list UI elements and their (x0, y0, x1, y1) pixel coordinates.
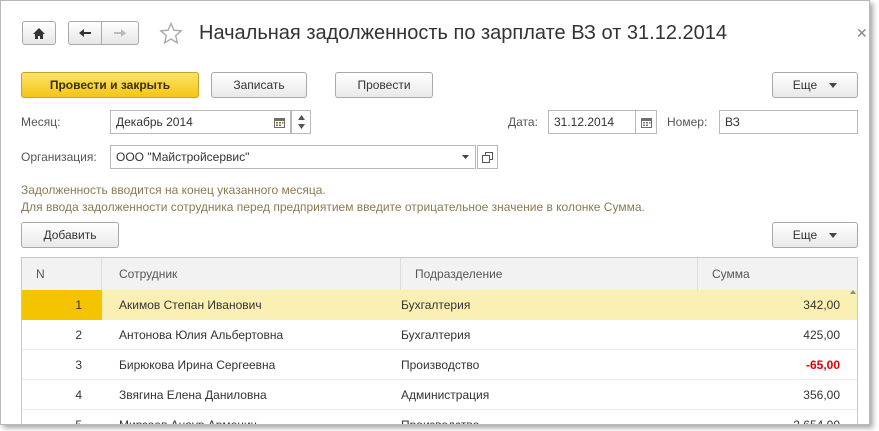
chevron-down-icon (829, 232, 838, 238)
organization-dropdown-button[interactable] (454, 145, 476, 169)
cell-employee: Акимов Степан Иванович (119, 298, 262, 312)
add-row-button[interactable]: Добавить (21, 222, 119, 248)
more-menu-button[interactable]: Еще (772, 72, 858, 98)
post-and-close-button[interactable]: Провести и закрыть (21, 72, 199, 98)
table-row[interactable]: 2 Антонова Юлия Альбертовна Бухгалтерия … (22, 320, 857, 350)
table-row[interactable]: 3 Бирюкова Ирина Сергеевна Производство … (22, 350, 857, 380)
document-window: Начальная задолженность по зарплате ВЗ о… (0, 0, 870, 425)
table-row[interactable]: 1 Акимов Степан Иванович Бухгалтерия 342… (22, 290, 857, 320)
number-field[interactable]: ВЗ (719, 110, 858, 134)
debts-table: N Сотрудник Подразделение Сумма 1 Акимов… (21, 257, 858, 425)
calendar-icon (640, 117, 652, 128)
cell-employee: Антонова Юлия Альбертовна (119, 328, 284, 342)
chevron-down-icon (829, 82, 838, 88)
cell-n: 3 (75, 358, 82, 372)
cell-sum: 342,00 (803, 298, 840, 312)
column-header-employee[interactable]: Сотрудник (102, 258, 401, 290)
column-header-sum[interactable]: Сумма (698, 258, 857, 290)
home-icon (33, 27, 45, 39)
more-menu-label: Еще (792, 78, 818, 92)
favorite-star-icon[interactable] (159, 22, 183, 45)
table-more-menu-button[interactable]: Еще (772, 222, 858, 248)
back-button[interactable] (68, 21, 102, 45)
scroll-up-icon[interactable] (850, 290, 856, 294)
month-calendar-button[interactable] (269, 110, 291, 134)
hint-text-line1: Задолженность вводится на конец указанно… (21, 183, 326, 197)
cell-n: 4 (75, 388, 82, 402)
hint-text-line2: Для ввода задолженности сотрудника перед… (21, 200, 645, 214)
month-label: Месяц: (21, 115, 61, 129)
save-button[interactable]: Записать (211, 72, 307, 98)
cell-department: Производство (401, 358, 480, 372)
post-button[interactable]: Провести (335, 72, 433, 98)
chevron-down-icon (461, 155, 469, 159)
column-header-n[interactable]: N (22, 258, 102, 290)
cell-employee: Бирюкова Ирина Сергеевна (119, 358, 276, 372)
organization-field[interactable]: ООО "Майстройсервис" (110, 145, 476, 169)
home-button[interactable] (22, 21, 56, 45)
open-item-icon (482, 151, 493, 163)
cell-sum: 425,00 (803, 328, 840, 342)
cell-n: 1 (75, 298, 82, 312)
arrow-right-icon (114, 29, 126, 37)
cell-department: Бухгалтерия (401, 298, 471, 312)
table-scrollbar[interactable] (849, 290, 857, 425)
date-label: Дата: (508, 115, 538, 129)
date-field[interactable]: 31.12.2014 (548, 110, 636, 134)
column-header-department[interactable]: Подразделение (401, 258, 698, 290)
table-header: N Сотрудник Подразделение Сумма (22, 258, 857, 291)
cell-sum: 2 654,00 (793, 418, 840, 425)
organization-label: Организация: (21, 150, 97, 164)
cell-employee: Мирзоев Анаур Арменич (119, 418, 257, 425)
cell-sum: 356,00 (803, 388, 840, 402)
cell-n: 5 (75, 418, 82, 425)
cell-department: Бухгалтерия (401, 328, 471, 342)
arrow-left-icon (79, 29, 91, 37)
table-row[interactable]: 4 Звягина Елена Даниловна Администрация … (22, 380, 857, 410)
table-row[interactable]: 5 Мирзоев Анаур Арменич Производство 2 6… (22, 410, 857, 425)
date-calendar-button[interactable] (635, 110, 657, 134)
cell-sum: -65,00 (805, 358, 840, 372)
cell-department: Производство (401, 418, 480, 425)
number-label: Номер: (667, 115, 708, 129)
page-title: Начальная задолженность по зарплате ВЗ о… (199, 22, 728, 44)
calendar-icon (274, 117, 285, 128)
table-more-menu-label: Еще (792, 228, 818, 242)
month-field[interactable]: Декабрь 2014 (110, 110, 290, 134)
spin-up-icon[interactable] (297, 115, 305, 120)
month-spinner[interactable] (291, 110, 311, 134)
organization-open-button[interactable] (477, 145, 498, 169)
cell-employee: Звягина Елена Даниловна (119, 388, 267, 402)
cell-department: Администрация (401, 388, 490, 402)
cell-n: 2 (75, 328, 82, 342)
forward-button[interactable] (101, 21, 139, 45)
close-icon[interactable]: ✕ (856, 25, 868, 42)
spin-down-icon[interactable] (297, 124, 305, 129)
